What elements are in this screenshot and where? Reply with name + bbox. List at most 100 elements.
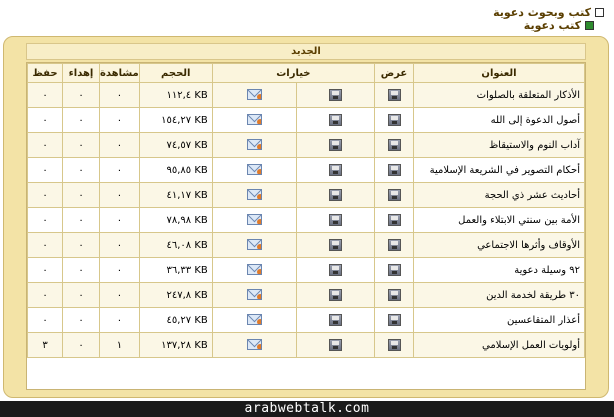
breadcrumb-current[interactable]: كتب دعوية xyxy=(493,19,594,32)
row-views: ١ xyxy=(99,332,140,358)
row-gifts: ٠ xyxy=(62,157,100,183)
row-saves: ٠ xyxy=(27,182,63,208)
row-title[interactable]: الأذكار المتعلقة بالصلوات xyxy=(413,82,585,108)
row-view-cell xyxy=(374,157,414,183)
table-row: أولويات العمل الإسلامي KB ١٣٧,٢٨ ١ ٠ ٣ xyxy=(27,332,585,358)
row-views: ٠ xyxy=(99,307,140,333)
table-row: ٩٢ وسيلة دعوية KB ٣٦,٣٣ ٠ ٠ ٠ xyxy=(27,257,585,283)
save-disk-icon[interactable] xyxy=(329,89,343,101)
row-view-cell xyxy=(374,132,414,158)
row-title[interactable]: الأمة بين سنتي الابتلاء والعمل xyxy=(413,207,585,233)
table-row: الأمة بين سنتي الابتلاء والعمل KB ٧٨,٩٨ ٠ ٠… xyxy=(27,207,585,233)
row-title[interactable]: ٩٢ وسيلة دعوية xyxy=(413,257,585,283)
site-footer: arabwebtalk.com xyxy=(0,401,614,417)
row-size: KB ٤٥,٢٧ xyxy=(138,307,213,333)
envelope-icon[interactable] xyxy=(247,139,263,151)
envelope-icon[interactable] xyxy=(247,214,263,226)
save-disk-icon[interactable] xyxy=(387,264,401,276)
save-disk-icon[interactable] xyxy=(329,214,343,226)
save-disk-icon[interactable] xyxy=(329,239,343,251)
row-view-cell xyxy=(374,332,414,358)
save-disk-icon[interactable] xyxy=(329,289,343,301)
save-disk-icon[interactable] xyxy=(329,164,343,176)
save-disk-icon[interactable] xyxy=(387,314,401,326)
envelope-icon[interactable] xyxy=(247,89,263,101)
save-disk-icon[interactable] xyxy=(387,239,401,251)
save-disk-icon[interactable] xyxy=(387,89,401,101)
row-saves: ٠ xyxy=(27,157,63,183)
envelope-icon[interactable] xyxy=(247,289,263,301)
row-views: ٠ xyxy=(99,82,140,108)
envelope-icon[interactable] xyxy=(247,189,263,201)
table-header-row: العنوان عرض خيارات الحجم مشاهدة إهداء حف… xyxy=(27,63,585,83)
row-gifts: ٠ xyxy=(62,82,100,108)
save-disk-icon[interactable] xyxy=(329,189,343,201)
row-option-send-cell xyxy=(211,132,298,158)
row-title[interactable]: أولويات العمل الإسلامي xyxy=(413,332,585,358)
row-option-save-cell xyxy=(296,332,375,358)
row-saves: ٠ xyxy=(27,107,63,133)
row-view-cell xyxy=(374,82,414,108)
row-option-save-cell xyxy=(296,232,375,258)
header-view: عرض xyxy=(374,63,414,83)
header-size: الحجم xyxy=(138,63,213,83)
row-gifts: ٠ xyxy=(62,282,100,308)
row-title[interactable]: ٣٠ طريقة لخدمة الدين xyxy=(413,282,585,308)
row-size: KB ٧٤,٥٧ xyxy=(138,132,213,158)
save-disk-icon[interactable] xyxy=(387,189,401,201)
save-disk-icon[interactable] xyxy=(329,339,343,351)
row-size: KB ٩٥,٨٥ xyxy=(138,157,213,183)
row-gifts: ٠ xyxy=(62,307,100,333)
save-disk-icon[interactable] xyxy=(329,114,343,126)
breadcrumb-parent-link[interactable]: كتب وبحوث دعوية xyxy=(493,6,591,19)
row-view-cell xyxy=(374,232,414,258)
row-title[interactable]: أحكام التصوير في الشريعة الإسلامية xyxy=(413,157,585,183)
save-disk-icon[interactable] xyxy=(387,214,401,226)
header-options: خيارات xyxy=(211,63,376,83)
row-option-send-cell xyxy=(211,307,298,333)
row-saves: ٠ xyxy=(27,207,63,233)
row-title[interactable]: أحاديث عشر ذي الحجة xyxy=(413,182,585,208)
save-disk-icon[interactable] xyxy=(387,114,401,126)
save-disk-icon[interactable] xyxy=(329,139,343,151)
row-views: ٠ xyxy=(99,232,140,258)
row-option-send-cell xyxy=(211,282,298,308)
save-disk-icon[interactable] xyxy=(387,164,401,176)
row-gifts: ٠ xyxy=(62,232,100,258)
row-option-save-cell xyxy=(296,307,375,333)
envelope-icon[interactable] xyxy=(247,164,263,176)
envelope-icon[interactable] xyxy=(247,114,263,126)
row-option-send-cell xyxy=(211,257,298,283)
breadcrumb-parent[interactable]: كتب وبحوث دعوية xyxy=(493,6,604,19)
row-title[interactable]: الأوقاف وأثرها الاجتماعي xyxy=(413,232,585,258)
envelope-icon[interactable] xyxy=(247,314,263,326)
row-size: KB ٢٤٧,٨ xyxy=(138,282,213,308)
envelope-icon[interactable] xyxy=(247,339,263,351)
save-disk-icon[interactable] xyxy=(329,314,343,326)
row-views: ٠ xyxy=(99,132,140,158)
row-size: KB ٧٨,٩٨ xyxy=(138,207,213,233)
row-title[interactable]: أعذار المتقاعسين xyxy=(413,307,585,333)
breadcrumb: كتب وبحوث دعوية كتب دعوية xyxy=(493,6,604,32)
save-disk-icon[interactable] xyxy=(387,289,401,301)
table-row: الأذكار المتعلقة بالصلوات KB ١١٢,٤ ٠ ٠ ٠ xyxy=(27,82,585,108)
row-title[interactable]: أصول الدعوة إلى الله xyxy=(413,107,585,133)
breadcrumb-current-link[interactable]: كتب دعوية xyxy=(524,19,581,32)
row-option-save-cell xyxy=(296,107,375,133)
header-views: مشاهدة xyxy=(99,63,140,83)
envelope-icon[interactable] xyxy=(247,239,263,251)
save-disk-icon[interactable] xyxy=(387,139,401,151)
save-disk-icon[interactable] xyxy=(329,264,343,276)
row-size: KB ١١٢,٤ xyxy=(138,82,213,108)
row-option-save-cell xyxy=(296,157,375,183)
row-title[interactable]: آداب النوم والاستيقاظ xyxy=(413,132,585,158)
row-views: ٠ xyxy=(99,257,140,283)
row-view-cell xyxy=(374,257,414,283)
row-saves: ٠ xyxy=(27,232,63,258)
row-view-cell xyxy=(374,307,414,333)
files-table-container: العنوان عرض خيارات الحجم مشاهدة إهداء حف… xyxy=(26,62,586,390)
save-disk-icon[interactable] xyxy=(387,339,401,351)
header-title: العنوان xyxy=(413,63,585,83)
envelope-icon[interactable] xyxy=(247,264,263,276)
row-gifts: ٠ xyxy=(62,182,100,208)
